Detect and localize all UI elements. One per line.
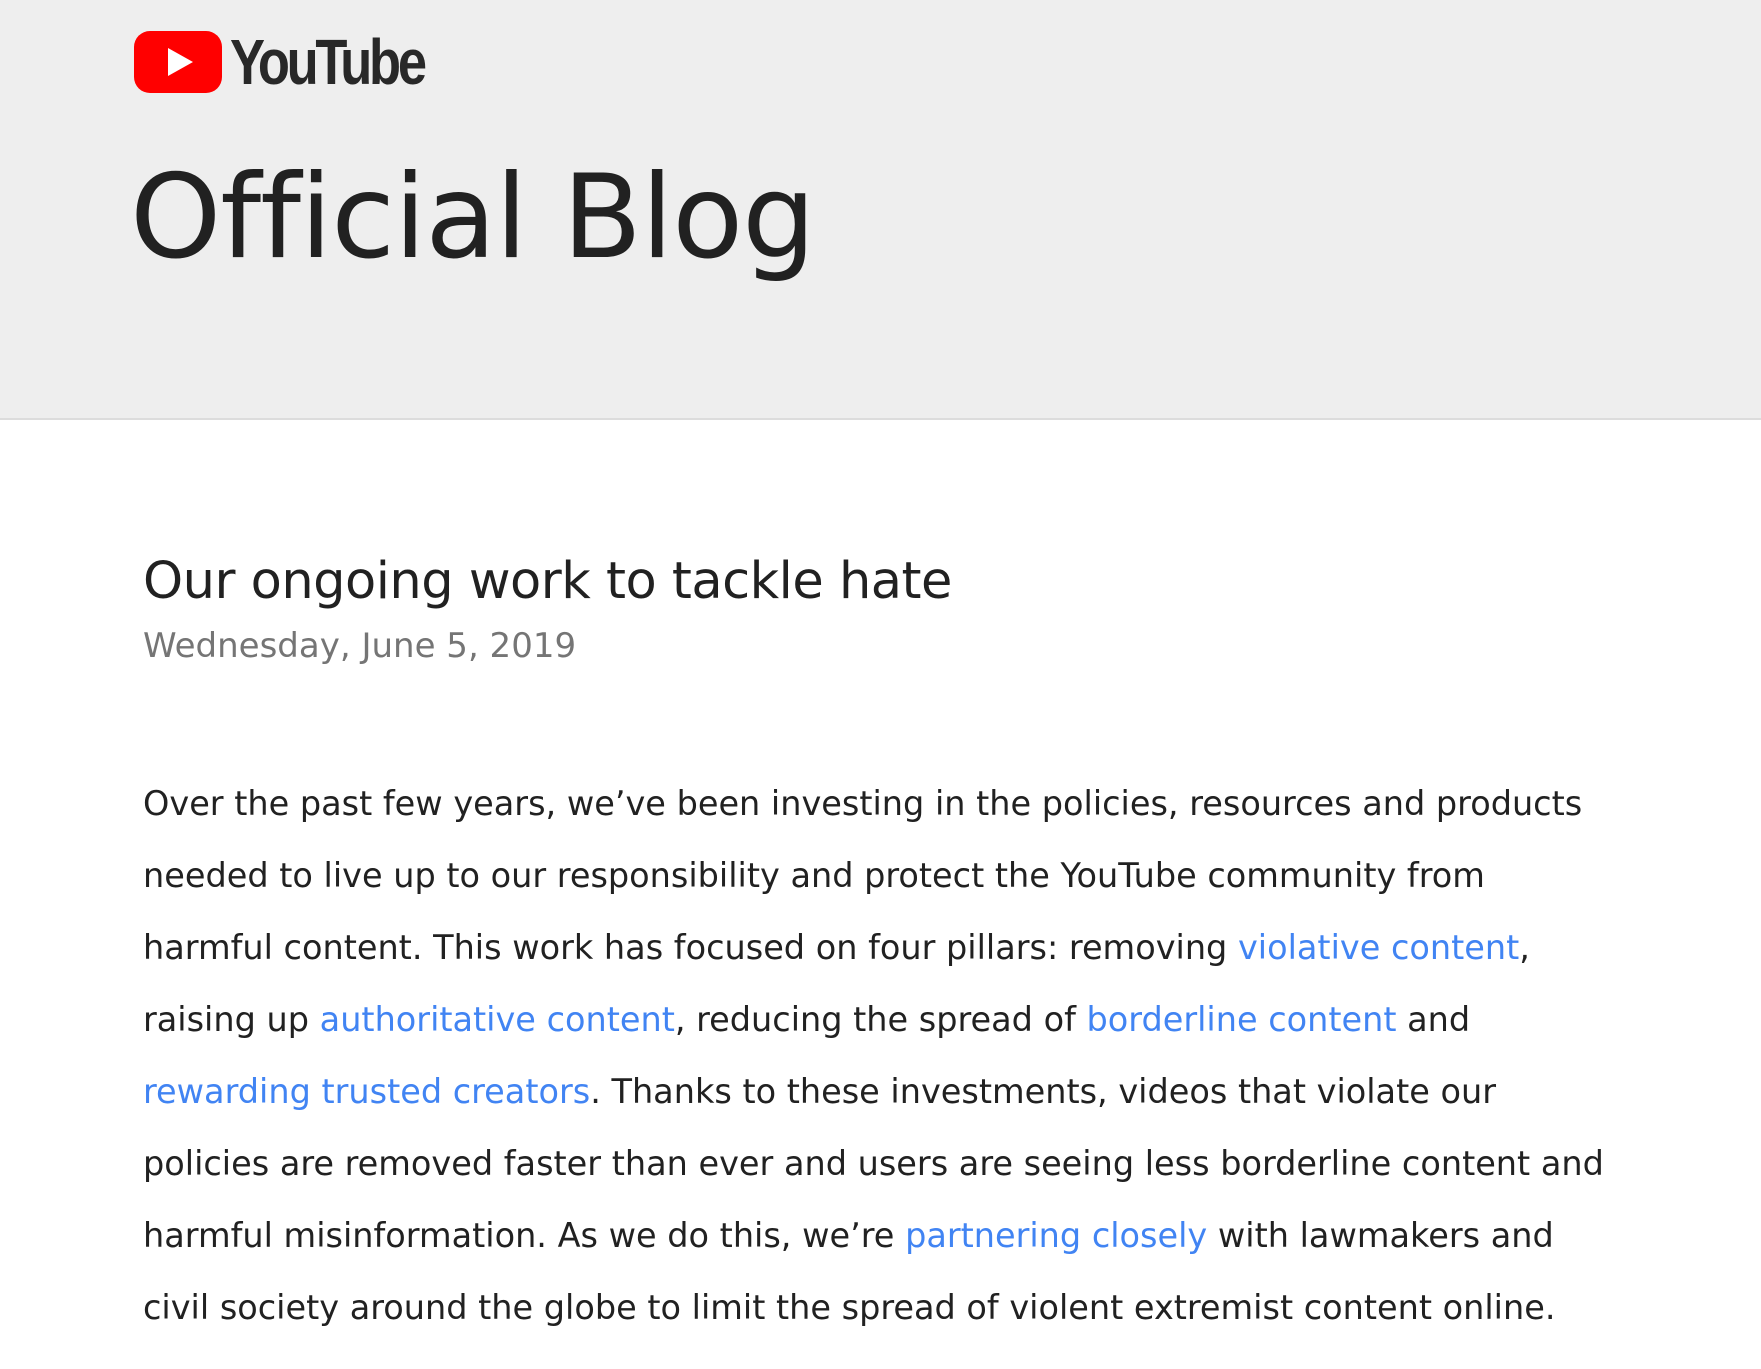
borderline-content-link[interactable]: borderline content — [1087, 1000, 1397, 1039]
authoritative-content-link[interactable]: authoritative content — [320, 1000, 675, 1039]
youtube-logo-link[interactable]: YouTube — [134, 30, 466, 94]
blog-post: Our ongoing work to tackle hate Wednesda… — [143, 540, 1623, 1344]
blog-title: Official Blog — [130, 150, 816, 285]
post-body-text: and — [1396, 1000, 1471, 1039]
youtube-play-icon — [134, 31, 222, 93]
violative-content-link[interactable]: violative content — [1238, 928, 1519, 967]
post-title[interactable]: Our ongoing work to tackle hate — [143, 540, 1623, 624]
post-date: Wednesday, June 5, 2019 — [143, 626, 577, 666]
partnering-closely-link[interactable]: partnering closely — [905, 1216, 1207, 1255]
youtube-wordmark: YouTube — [230, 26, 427, 98]
blog-header: YouTube Official Blog — [0, 0, 1761, 420]
post-body-text: , reducing the spread of — [674, 1000, 1087, 1039]
rewarding-trusted-creators-link[interactable]: rewarding trusted creators — [143, 1072, 590, 1111]
post-body: Over the past few years, we’ve been inve… — [143, 768, 1623, 1344]
